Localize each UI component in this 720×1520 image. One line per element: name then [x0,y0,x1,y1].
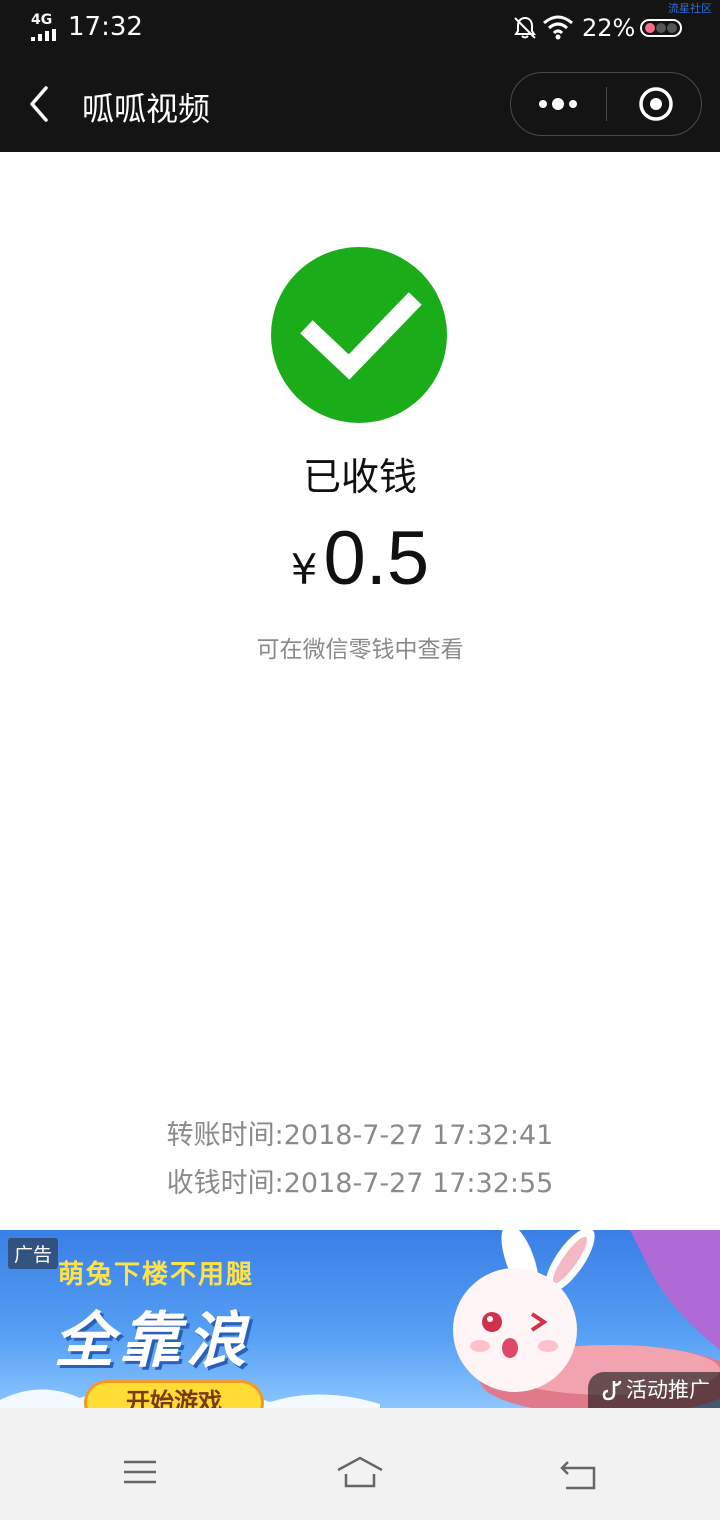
ad-title: 全靠浪 [54,1306,252,1376]
ad-subtitle: 萌兔下楼不用腿 [58,1260,255,1290]
transfer-time: 转账时间:2018-7-27 17:32:41 [166,1120,554,1151]
nav-bar: 呱呱视频 [0,56,720,152]
wallet-hint: 可在微信零钱中查看 [256,637,464,663]
target-close-icon[interactable] [629,83,683,125]
network-type: 4G [31,12,53,28]
menu-icon[interactable] [122,1458,158,1486]
start-game-button[interactable]: 开始游戏 [84,1380,264,1408]
signal-icon [31,29,56,41]
success-check-circle [271,247,447,423]
mute-bell-icon [514,16,536,39]
amount-row: ¥0.5 [0,515,720,602]
more-dots-icon[interactable] [529,83,589,125]
currency-symbol: ¥ [290,545,318,594]
ad-banner[interactable]: 广告 萌兔下楼不用腿 全靠浪 开始游戏 活动推广 [0,1230,720,1408]
promo-label-text: 活动推广 [626,1378,710,1402]
receive-status: 已收钱 [302,455,417,499]
back-chevron-icon[interactable] [22,82,62,126]
ad-tag: 广告 [8,1238,59,1269]
capsule-divider [606,87,607,121]
battery-percent: 22% [582,14,636,42]
page-title: 呱呱视频 [82,90,211,128]
amount-value: 0.5 [323,516,430,601]
clock: 17:32 [68,12,143,42]
checkmark-icon [300,292,422,380]
mini-program-icon [602,1380,622,1401]
system-nav-bar [0,1408,720,1520]
battery-icon [640,19,682,37]
back-icon[interactable] [560,1460,598,1490]
wifi-icon [543,15,573,40]
status-bar: 4G 17:32 22% 流星社区 [0,0,720,56]
home-icon[interactable] [334,1454,386,1490]
watermark: 流星社区 [668,2,712,15]
activity-promo-label[interactable]: 活动推广 [588,1372,720,1408]
mini-program-capsule [510,72,702,136]
receive-time: 收钱时间:2018-7-27 17:32:55 [166,1168,554,1199]
